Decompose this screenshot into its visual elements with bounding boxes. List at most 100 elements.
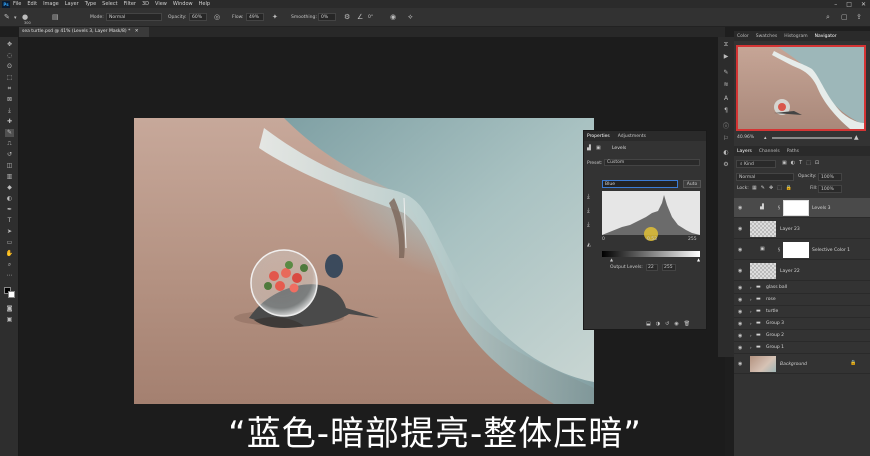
tab-channels[interactable]: Channels [759,149,780,154]
lock-pixels-icon[interactable]: ✎ [761,185,765,191]
eye-icon[interactable]: ◉ [738,247,742,253]
clip-to-layer-icon[interactable]: ⬓ [646,321,651,327]
gray-eyedropper-icon[interactable]: ⤓ [587,207,590,215]
tab-navigator[interactable]: Navigator [815,34,837,39]
eye-icon[interactable]: ◉ [738,333,742,339]
close-tab-icon[interactable]: ✕ [135,29,139,34]
eye-icon[interactable]: ◉ [738,345,742,351]
blend-mode-select[interactable]: Normal [736,173,794,181]
tab-paths[interactable]: Paths [787,149,799,154]
blur-tool-icon[interactable]: ◆ [5,184,14,192]
brush-tool-icon[interactable]: ✎ [5,129,14,137]
type-tool-icon[interactable]: T [5,217,14,225]
lock-all-icon[interactable]: 🔒 [786,185,792,191]
preset-select[interactable]: Custom [604,159,700,166]
layer-name[interactable]: Levels 3 [812,206,831,211]
smart-object-filter-icon[interactable]: ⊡ [815,160,819,166]
character-icon[interactable]: A [722,95,730,103]
marquee-tool-icon[interactable]: ◌ [5,52,14,60]
fill-field[interactable]: 100% [818,185,842,193]
tab-histogram[interactable]: Histogram [784,34,807,39]
menu-select[interactable]: Select [102,1,117,7]
shape-filter-icon[interactable]: ⬚ [806,160,811,166]
eyedropper-tool-icon[interactable]: ⤓ [5,107,14,115]
chevron-down-icon[interactable]: ▾ [14,15,17,21]
pressure-size-icon[interactable]: ◉ [390,13,396,21]
white-eyedropper-icon[interactable]: ⤓ [587,221,590,229]
chevron-right-icon[interactable]: › [750,345,752,350]
layer-row-group-2[interactable]: ◉ › ▬ Group 2 [734,330,870,342]
eye-icon[interactable]: ◉ [738,361,742,367]
output-white-field[interactable]: 255 [662,264,676,271]
layer-name[interactable]: rose [766,297,776,302]
navigator-preview[interactable] [736,45,866,131]
layer-row-group-1[interactable]: ◉ › ▬ Group 1 [734,342,870,354]
play-actions-icon[interactable]: ▶ [722,53,730,61]
hand-tool-icon[interactable]: ✋ [5,250,14,258]
layer-row-glass-ball[interactable]: ◉ › ▬ glass ball [734,282,870,294]
chevron-right-icon[interactable]: › [750,309,752,314]
layer-row-rose[interactable]: ◉ › ▬ rose [734,294,870,306]
document-tab[interactable]: sea turtle.psd @ 41% (Levels 3, Layer Ma… [19,27,149,37]
dodge-tool-icon[interactable]: ◐ [5,195,14,203]
layer-row-turtle[interactable]: ◉ › ▬ turtle [734,306,870,318]
airbrush-icon[interactable]: ✦ [272,13,278,21]
eye-icon[interactable]: ◉ [738,285,742,291]
navigator-zoom-value[interactable]: 40.96% [737,135,754,140]
layer-row-selective-color-1[interactable]: ◉ ▣ § Selective Color 1 [734,240,870,260]
brushes-icon[interactable]: ✎ [722,69,730,77]
zoom-tool-icon[interactable]: ⌕ [5,261,14,269]
mode-select[interactable]: Normal [106,13,162,21]
input-black-field[interactable]: 0 [602,237,605,242]
eraser-tool-icon[interactable]: ◫ [5,162,14,170]
chevron-right-icon[interactable]: › [750,333,752,338]
pen-tool-icon[interactable]: ✒ [5,206,14,214]
screen-mode-icon[interactable]: ▣ [5,316,14,324]
mask-icon[interactable]: ▣ [596,145,601,151]
layer-row-group-3[interactable]: ◉ › ▬ Group 3 [734,318,870,330]
maximize-icon[interactable]: □ [846,1,852,8]
menu-window[interactable]: Window [173,1,193,7]
menu-layer[interactable]: Layer [65,1,79,7]
adjustment-filter-icon[interactable]: ◐ [791,160,795,166]
layer-row-levels-3[interactable]: ◉ ▟ § Levels 3 [734,198,870,218]
layer-filter-select[interactable]: ⌕ Kind [736,160,776,168]
crop-tool-icon[interactable]: ⌗ [5,85,14,93]
layer-row-background[interactable]: ◉ Background 🔒 [734,354,870,374]
adjustments-panel-icon[interactable]: ◐ [722,149,730,157]
layer-mask-thumbnail[interactable] [783,200,809,216]
document-canvas[interactable] [134,118,594,404]
workspace-icon[interactable]: ▢ [841,13,848,21]
link-icon[interactable]: § [778,247,780,252]
link-icon[interactable]: § [778,205,780,210]
chevron-right-icon[interactable]: › [750,285,752,290]
pixel-filter-icon[interactable]: ▣ [782,160,787,166]
angle-icon[interactable]: ∠ [357,13,363,21]
angle-value[interactable]: 0° [368,15,373,20]
menu-filter[interactable]: Filter [124,1,136,7]
zoom-in-icon[interactable]: ▲ [854,134,859,141]
tab-adjustments[interactable]: Adjustments [618,134,646,139]
layer-name[interactable]: Layer 23 [780,227,800,232]
channel-select[interactable]: Blue [602,180,678,188]
menu-image[interactable]: Image [43,1,59,7]
output-black-field[interactable]: 22 [646,264,658,271]
tab-color[interactable]: Color [737,34,749,39]
auto-button[interactable]: Auto [683,180,701,188]
layer-name[interactable]: Selective Color 1 [812,248,850,253]
layer-name[interactable]: Background [780,362,807,367]
visibility-icon[interactable]: ◉ [674,321,678,327]
tab-swatches[interactable]: Swatches [756,34,778,39]
brush-settings-panel-icon[interactable]: ≋ [722,81,730,89]
clone-stamp-tool-icon[interactable]: ⎍ [5,140,14,148]
eye-icon[interactable]: ◉ [738,226,742,232]
input-white-field[interactable]: 255 [688,237,697,242]
type-filter-icon[interactable]: T [799,160,802,166]
lasso-tool-icon[interactable]: ʘ [5,63,14,71]
zoom-out-icon[interactable]: ▴ [764,135,767,141]
tab-properties[interactable]: Properties [587,134,610,139]
layer-name[interactable]: Layer 22 [780,269,800,274]
info-icon[interactable]: ⓘ [722,123,730,131]
eye-icon[interactable]: ◉ [738,205,742,211]
more-tools-icon[interactable]: ⋯ [5,272,14,280]
